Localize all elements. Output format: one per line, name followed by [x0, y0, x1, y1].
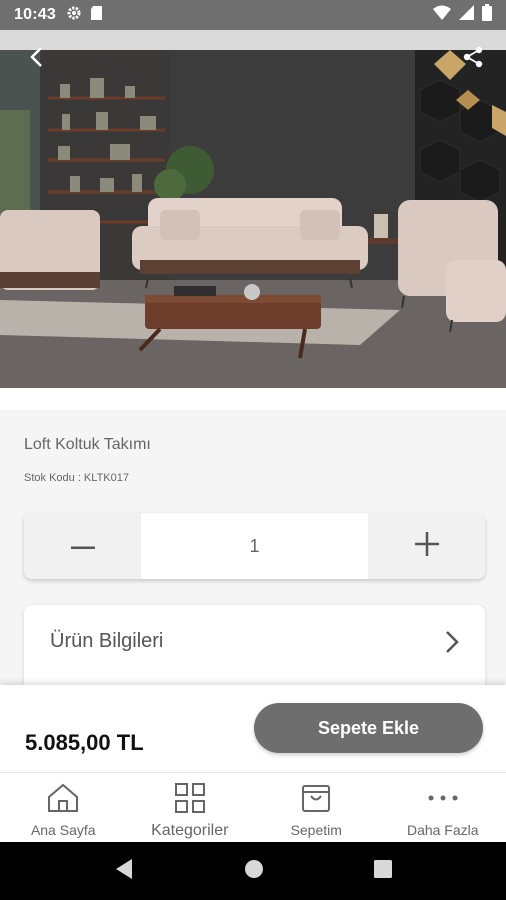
product-info-row[interactable]: Ürün Bilgileri — [24, 605, 485, 685]
nav-label-categories: Kategoriler — [151, 822, 229, 839]
chevron-right-icon — [445, 630, 459, 659]
home-circle-icon[interactable] — [244, 859, 264, 884]
nav-label-cart: Sepetim — [290, 822, 342, 838]
bottom-nav: Ana Sayfa Kategoriler Sepetim Daha Fazla — [0, 772, 506, 842]
nav-item-home[interactable]: Ana Sayfa — [0, 773, 127, 842]
quantity-stepper: 1 — [24, 513, 485, 579]
stock-code: Stok Kodu : KLTK017 — [24, 472, 129, 484]
back-arrow-icon — [29, 46, 43, 73]
product-name: Loft Koltuk Takımı — [24, 436, 151, 453]
increase-quantity-button[interactable] — [368, 513, 485, 579]
nav-item-more[interactable]: Daha Fazla — [380, 773, 506, 842]
image-spacer — [0, 388, 506, 410]
decrease-quantity-button[interactable] — [24, 513, 141, 579]
home-icon — [47, 783, 79, 818]
share-icon — [462, 46, 484, 73]
status-left-icons — [66, 5, 103, 26]
recents-square-icon[interactable] — [374, 859, 392, 883]
nav-label-more: Daha Fazla — [406, 822, 479, 838]
android-nav-bar — [0, 842, 506, 900]
nav-item-categories[interactable]: Kategoriler — [127, 773, 254, 842]
more-dots-icon — [427, 783, 459, 818]
product-price: 5.085,00 TL — [25, 730, 144, 755]
back-triangle-icon[interactable] — [114, 858, 134, 885]
add-to-cart-button[interactable]: Sepete Ekle — [254, 703, 483, 753]
status-time: 10:43 — [14, 6, 56, 23]
status-right-icons — [433, 4, 492, 26]
back-button[interactable] — [22, 46, 50, 73]
nav-label-home: Ana Sayfa — [30, 822, 96, 838]
gear-icon — [66, 5, 82, 26]
quantity-value[interactable]: 1 — [141, 513, 368, 579]
signal-icon — [459, 5, 474, 25]
sd-card-icon — [90, 5, 103, 26]
wifi-icon — [433, 5, 451, 25]
grid-icon — [174, 783, 205, 818]
plus-icon — [414, 531, 439, 561]
battery-icon — [482, 4, 492, 26]
product-image[interactable] — [0, 50, 506, 388]
top-strip — [0, 30, 506, 50]
status-bar: 10:43 — [0, 0, 506, 30]
share-button[interactable] — [460, 46, 486, 73]
shopping-bag-icon — [301, 783, 331, 818]
product-info-label: Ürün Bilgileri — [50, 630, 164, 652]
minus-icon — [70, 537, 95, 555]
nav-item-cart[interactable]: Sepetim — [253, 773, 380, 842]
